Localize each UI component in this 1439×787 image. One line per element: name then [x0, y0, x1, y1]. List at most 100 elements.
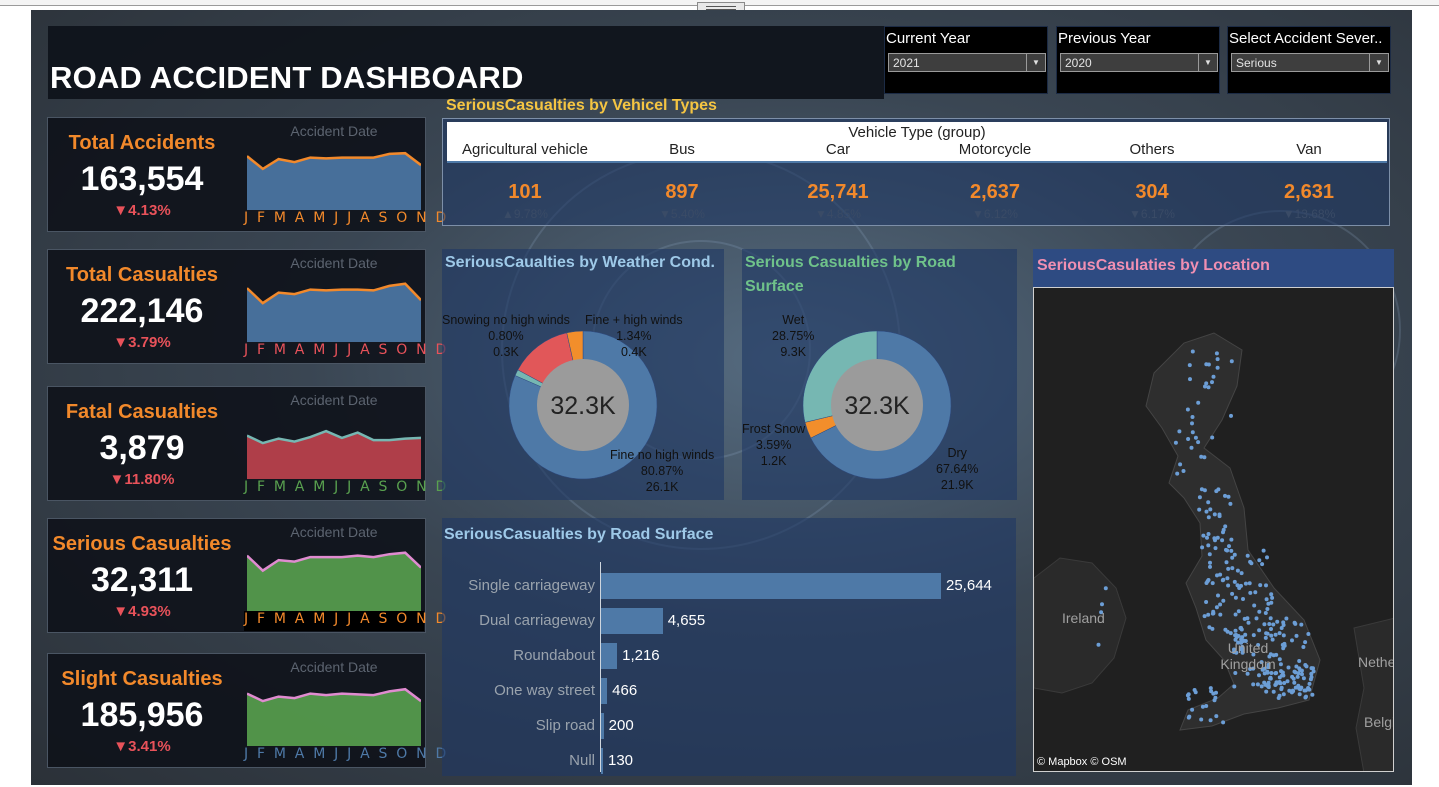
vehicle-name: Motorcycle [958, 141, 1032, 158]
map-canvas[interactable] [1034, 288, 1394, 772]
bar-row[interactable]: One way street 466 [442, 678, 1016, 704]
bar-row[interactable]: Single carriageway 25,644 [442, 573, 1016, 599]
vehicle-change: ▼6.17% [1129, 207, 1175, 221]
bar-category-label: Dual carriageway [479, 612, 595, 629]
bar[interactable] [601, 608, 663, 634]
month-axis: J F M A M J J A S O N D [244, 210, 449, 226]
map-point [1253, 590, 1258, 595]
map-point [1204, 600, 1209, 604]
map-point [1223, 627, 1228, 632]
map-point [1301, 676, 1306, 681]
bar[interactable] [601, 678, 608, 704]
map-point [1268, 616, 1273, 621]
bar-row[interactable]: Null 130 [442, 748, 1016, 774]
map-point [1196, 440, 1201, 445]
kpi-serious-casualties[interactable]: Serious Casualties 32,311 ▼4.93% Acciden… [47, 518, 446, 633]
select-value: 2021 [893, 56, 920, 70]
map-point [1229, 548, 1234, 553]
map-label-netherlands: Nethe [1358, 654, 1394, 670]
map-point [1236, 609, 1241, 614]
map-point [1208, 560, 1212, 565]
vehicle-change: ▼6.12% [972, 207, 1018, 221]
map-point [1245, 553, 1250, 558]
map-point [1208, 564, 1212, 569]
weather-label-fine-no-high-winds: Fine no high winds 80.87% 26.1K [610, 447, 714, 495]
vehicle-value: 101 [508, 181, 542, 203]
filter-previous-year: Previous Year 2020 ▼ [1056, 26, 1220, 94]
map-point [1100, 602, 1104, 607]
map-point [1304, 664, 1309, 669]
bar-row[interactable]: Dual carriageway 4,655 [442, 608, 1016, 634]
map-point [1204, 704, 1209, 708]
bar-category-label: Roundabout [513, 647, 595, 664]
map-point [1293, 621, 1298, 626]
map-point [1202, 614, 1207, 619]
sparkline-area [247, 431, 421, 479]
map-point [1190, 415, 1195, 419]
map-point [1096, 642, 1101, 647]
bar[interactable] [601, 713, 604, 739]
filter-label: Current Year [886, 30, 971, 47]
map-point [1257, 673, 1261, 678]
sparkline-chart[interactable] [247, 527, 421, 619]
kpi-total-casualties[interactable]: Total Casualties 222,146 ▼3.79% Accident… [47, 249, 446, 364]
map-point [1215, 535, 1220, 540]
location-map[interactable]: Ireland United Kingdom Nethe Belgi © Map… [1033, 287, 1394, 772]
chevron-down-icon[interactable]: ▼ [1026, 54, 1045, 71]
chevron-down-icon[interactable]: ▼ [1369, 54, 1388, 71]
map-point [1225, 576, 1230, 581]
map-point [1252, 603, 1257, 608]
label-name: Dry [947, 446, 967, 460]
bar-row[interactable]: Roundabout 1,216 [442, 643, 1016, 669]
map-point [1232, 579, 1237, 584]
bar-row[interactable]: Slip road 200 [442, 713, 1016, 739]
previous-year-select[interactable]: 2020 ▼ [1060, 53, 1218, 72]
map-point [1310, 692, 1315, 697]
chevron-down-icon[interactable]: ▼ [1198, 54, 1217, 71]
weather-donut-panel: SeriousCaualties by Weather Cond. 32.3K … [442, 249, 724, 500]
dashboard-canvas: ROAD ACCIDENT DASHBOARD Current Year 202… [31, 10, 1412, 785]
sparkline-chart[interactable] [247, 395, 421, 487]
kpi-fatal-casualties[interactable]: Fatal Casualties 3,879 ▼11.80% Accident … [47, 386, 446, 501]
road-type-bar-panel: SeriousCasualties by Road Surface Single… [442, 518, 1016, 776]
label-name: Fine no high winds [610, 448, 715, 462]
bar[interactable] [601, 748, 603, 774]
map-point [1233, 628, 1238, 633]
map-point [1103, 586, 1108, 591]
map-point [1282, 681, 1287, 685]
kpi-total-accidents[interactable]: Total Accidents 163,554 ▼4.13% Accident … [47, 117, 449, 232]
sparkline-chart[interactable] [247, 258, 421, 350]
map-label-united-kingdom: United Kingdom [1220, 640, 1276, 672]
dashboard-header: ROAD ACCIDENT DASHBOARD [48, 26, 884, 99]
map-point [1193, 690, 1198, 695]
sparkline-chart[interactable] [247, 126, 421, 218]
bar[interactable] [601, 573, 941, 599]
map-point [1177, 429, 1182, 434]
vehicle-change: ▼13.68% [1282, 207, 1336, 221]
map-point [1173, 440, 1178, 445]
map-point [1257, 558, 1262, 563]
bar[interactable] [601, 643, 618, 669]
vehicle-change: ▲9.78% [502, 207, 548, 221]
kpi-value: 3,879 [99, 429, 185, 467]
map-point [1227, 544, 1231, 549]
map-point [1196, 400, 1201, 405]
map-point [1280, 673, 1284, 678]
severity-select[interactable]: Serious ▼ [1231, 53, 1389, 72]
kpi-change: ▼11.80% [109, 471, 175, 488]
kpi-slight-casualties[interactable]: Slight Casualties 185,956 ▼3.41% Acciden… [47, 653, 446, 768]
map-point [1232, 552, 1237, 557]
kpi-value: 222,146 [80, 292, 204, 330]
map-point [1229, 413, 1233, 418]
filter-label: Previous Year [1058, 30, 1151, 47]
map-point [1279, 685, 1284, 690]
bar-value-label: 1,216 [622, 647, 660, 664]
label-count: 9.3K [780, 345, 807, 359]
map-point [1203, 384, 1207, 389]
map-point [1254, 616, 1259, 621]
current-year-select[interactable]: 2021 ▼ [888, 53, 1046, 72]
sparkline-chart[interactable] [247, 662, 421, 754]
map-point [1186, 437, 1191, 441]
label-name: Fine + high winds [585, 313, 683, 327]
map-point [1214, 605, 1219, 610]
